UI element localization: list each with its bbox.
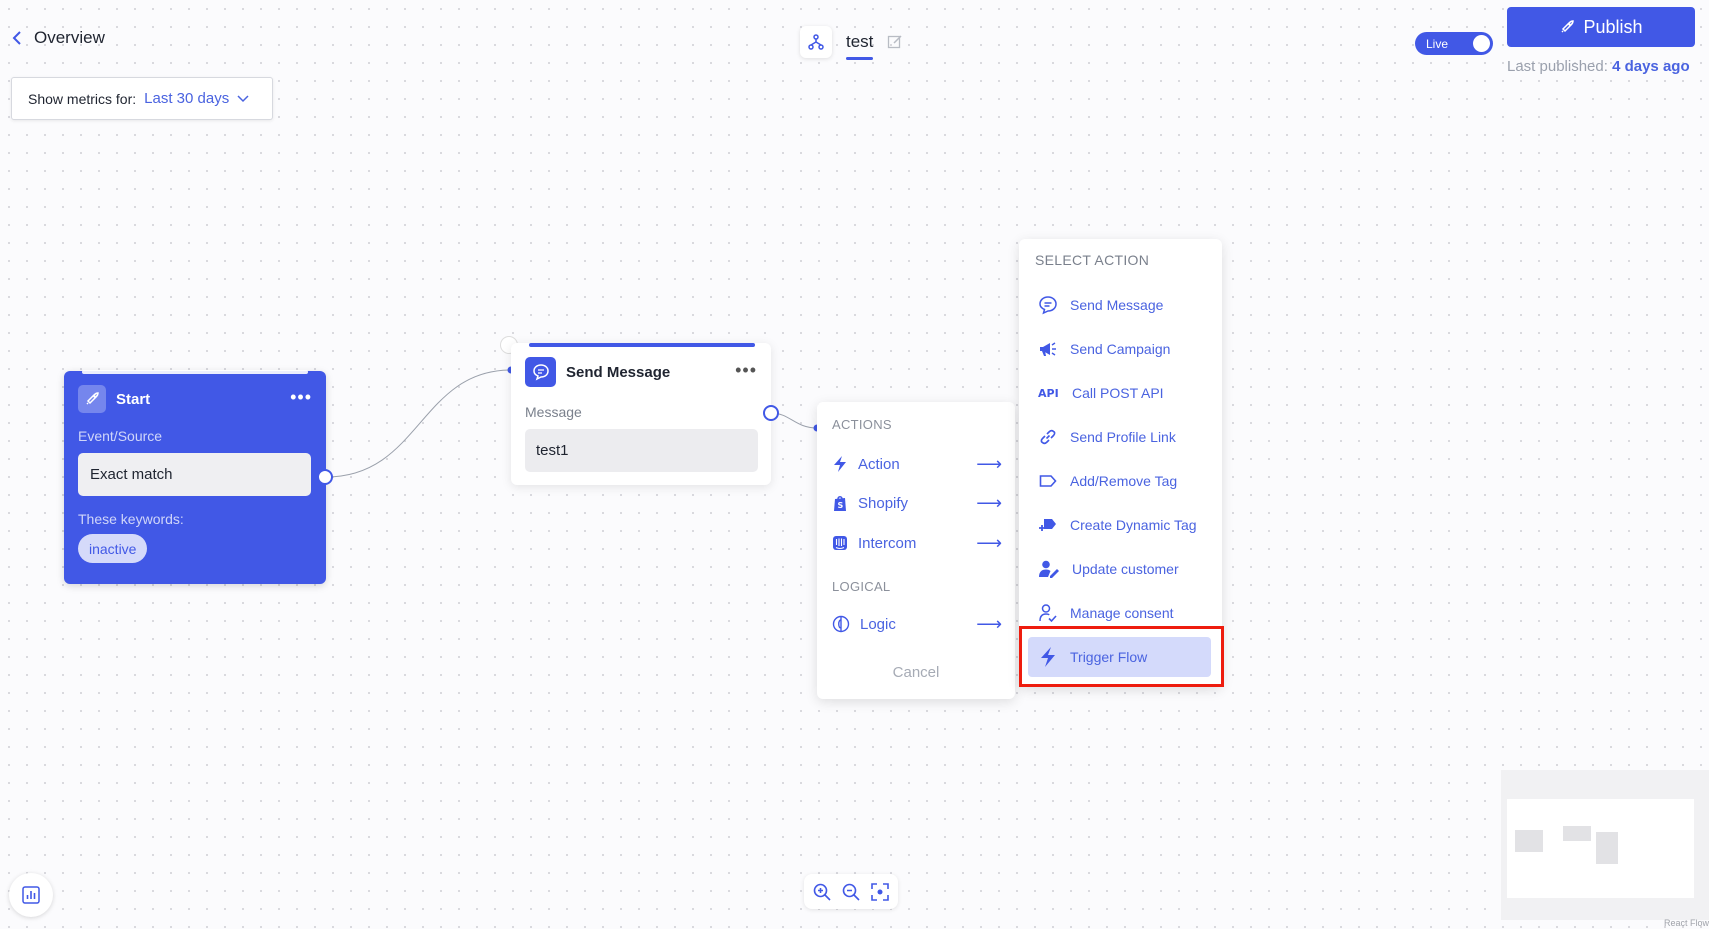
actions-heading: ACTIONS — [832, 417, 892, 432]
select-item-label: Add/Remove Tag — [1070, 473, 1178, 489]
event-source-label: Event/Source — [78, 428, 163, 444]
select-item-send-campaign[interactable]: Send Campaign — [1028, 329, 1211, 369]
metrics-period-select[interactable]: Show metrics for: Last 30 days — [11, 77, 273, 120]
analytics-button[interactable] — [9, 873, 53, 917]
action-label: Logic — [860, 615, 896, 633]
more-options-icon[interactable]: ••• — [290, 387, 312, 408]
action-item-shopify[interactable]: S Shopify ⟶ — [832, 488, 1002, 518]
last-published: Last published: 4 days ago — [1507, 58, 1690, 75]
chat-icon — [1039, 296, 1057, 315]
back-to-overview[interactable]: Overview — [12, 28, 105, 48]
select-item-call-post-api[interactable]: API Call POST API — [1028, 373, 1211, 413]
live-toggle[interactable]: Live — [1415, 32, 1493, 55]
react-flow-attribution[interactable]: React Flow — [1664, 918, 1709, 928]
minimap-node — [1563, 826, 1591, 841]
arrow-right-icon: ⟶ — [976, 492, 1002, 513]
user-check-icon — [1039, 604, 1057, 623]
flow-diagram-icon — [800, 26, 832, 58]
highlight-box — [1019, 626, 1224, 687]
select-action-heading: SELECT ACTION — [1035, 252, 1150, 268]
svg-text:API: API — [1038, 387, 1059, 400]
arrow-right-icon: ⟶ — [976, 453, 1002, 474]
arrow-right-icon: ⟶ — [976, 532, 1002, 553]
minimap-node — [1596, 832, 1618, 864]
start-output-handle[interactable] — [317, 469, 333, 485]
send-node-title: Send Message — [566, 364, 671, 381]
send-output-handle[interactable] — [763, 405, 779, 421]
chevron-left-icon — [12, 31, 21, 45]
zoom-out-icon[interactable] — [841, 882, 861, 902]
node-top-bar — [529, 343, 755, 347]
intercom-icon — [833, 536, 847, 550]
select-item-create-dynamic-tag[interactable]: Create Dynamic Tag — [1028, 505, 1211, 545]
flow-title: test — [800, 26, 903, 60]
user-edit-icon — [1039, 560, 1059, 578]
tag-icon — [1039, 475, 1057, 487]
action-item-logic[interactable]: Logic ⟶ — [832, 609, 1002, 639]
action-item-action[interactable]: Action ⟶ — [832, 449, 1002, 479]
chat-icon — [525, 357, 556, 387]
flow-name[interactable]: test — [846, 32, 874, 60]
send-message-node[interactable]: Send Message ••• Message test1 — [511, 343, 771, 485]
select-item-label: Send Campaign — [1070, 341, 1171, 357]
select-item-add-remove-tag[interactable]: Add/Remove Tag — [1028, 461, 1211, 501]
keywords-label: These keywords: — [78, 511, 184, 527]
dynamic-tag-icon — [1039, 519, 1056, 531]
back-label: Overview — [34, 28, 105, 47]
bar-chart-icon — [22, 886, 40, 904]
start-node-title: Start — [116, 391, 151, 408]
minimap[interactable] — [1501, 770, 1709, 920]
start-node[interactable]: Start ••• Event/Source Exact match These… — [64, 370, 326, 584]
more-options-icon[interactable]: ••• — [735, 360, 757, 381]
select-item-send-profile-link[interactable]: Send Profile Link — [1028, 417, 1211, 457]
select-item-label: Update customer — [1072, 561, 1179, 577]
action-item-intercom[interactable]: Intercom ⟶ — [832, 528, 1002, 558]
keyword-chip[interactable]: inactive — [78, 534, 148, 563]
select-item-label: Create Dynamic Tag — [1070, 517, 1197, 533]
zoom-controls — [804, 874, 898, 909]
select-item-label: Send Message — [1070, 297, 1164, 313]
svg-text:S: S — [838, 501, 844, 510]
metrics-label: Show metrics for: — [28, 90, 137, 107]
shopify-icon: S — [834, 496, 846, 511]
message-field[interactable]: test1 — [525, 429, 758, 472]
node-top-bar — [82, 370, 308, 374]
bolt-icon — [834, 456, 846, 472]
toggle-knob — [1473, 35, 1490, 52]
minimap-node — [1515, 830, 1543, 852]
action-label: Action — [858, 455, 900, 473]
actions-menu: ACTIONS Action ⟶ S Shopify ⟶ Intercom ⟶ … — [817, 402, 1015, 699]
megaphone-icon — [1040, 342, 1056, 356]
edit-icon[interactable] — [887, 34, 903, 50]
rocket-icon — [1561, 20, 1575, 33]
chevron-down-icon — [237, 94, 249, 102]
cancel-button[interactable]: Cancel — [817, 664, 1015, 681]
last-published-value: 4 days ago — [1612, 58, 1690, 75]
metrics-value: Last 30 days — [144, 90, 230, 107]
select-item-label: Call POST API — [1072, 385, 1164, 401]
select-item-label: Manage consent — [1070, 605, 1174, 621]
fit-view-icon[interactable] — [870, 882, 890, 902]
select-item-send-message[interactable]: Send Message — [1028, 285, 1211, 325]
logical-heading: LOGICAL — [832, 579, 891, 594]
rocket-icon — [78, 385, 106, 413]
action-label: Shopify — [858, 494, 909, 512]
arrow-right-icon: ⟶ — [976, 613, 1002, 634]
last-published-label: Last published: — [1507, 58, 1608, 75]
zoom-in-icon[interactable] — [812, 882, 832, 902]
select-item-update-customer[interactable]: Update customer — [1028, 549, 1211, 589]
publish-label: Publish — [1583, 16, 1643, 37]
action-label: Intercom — [858, 534, 917, 552]
edge-start-to-send — [325, 369, 512, 478]
logic-icon — [832, 615, 850, 633]
api-icon: API — [1038, 387, 1059, 400]
publish-button[interactable]: Publish — [1507, 7, 1695, 47]
match-type-field[interactable]: Exact match — [78, 453, 311, 496]
link-icon — [1040, 429, 1056, 445]
message-label: Message — [525, 404, 582, 420]
select-item-label: Send Profile Link — [1070, 429, 1176, 445]
live-label: Live — [1426, 36, 1449, 51]
select-action-menu: SELECT ACTION Send Message Send Campaign… — [1019, 239, 1222, 687]
